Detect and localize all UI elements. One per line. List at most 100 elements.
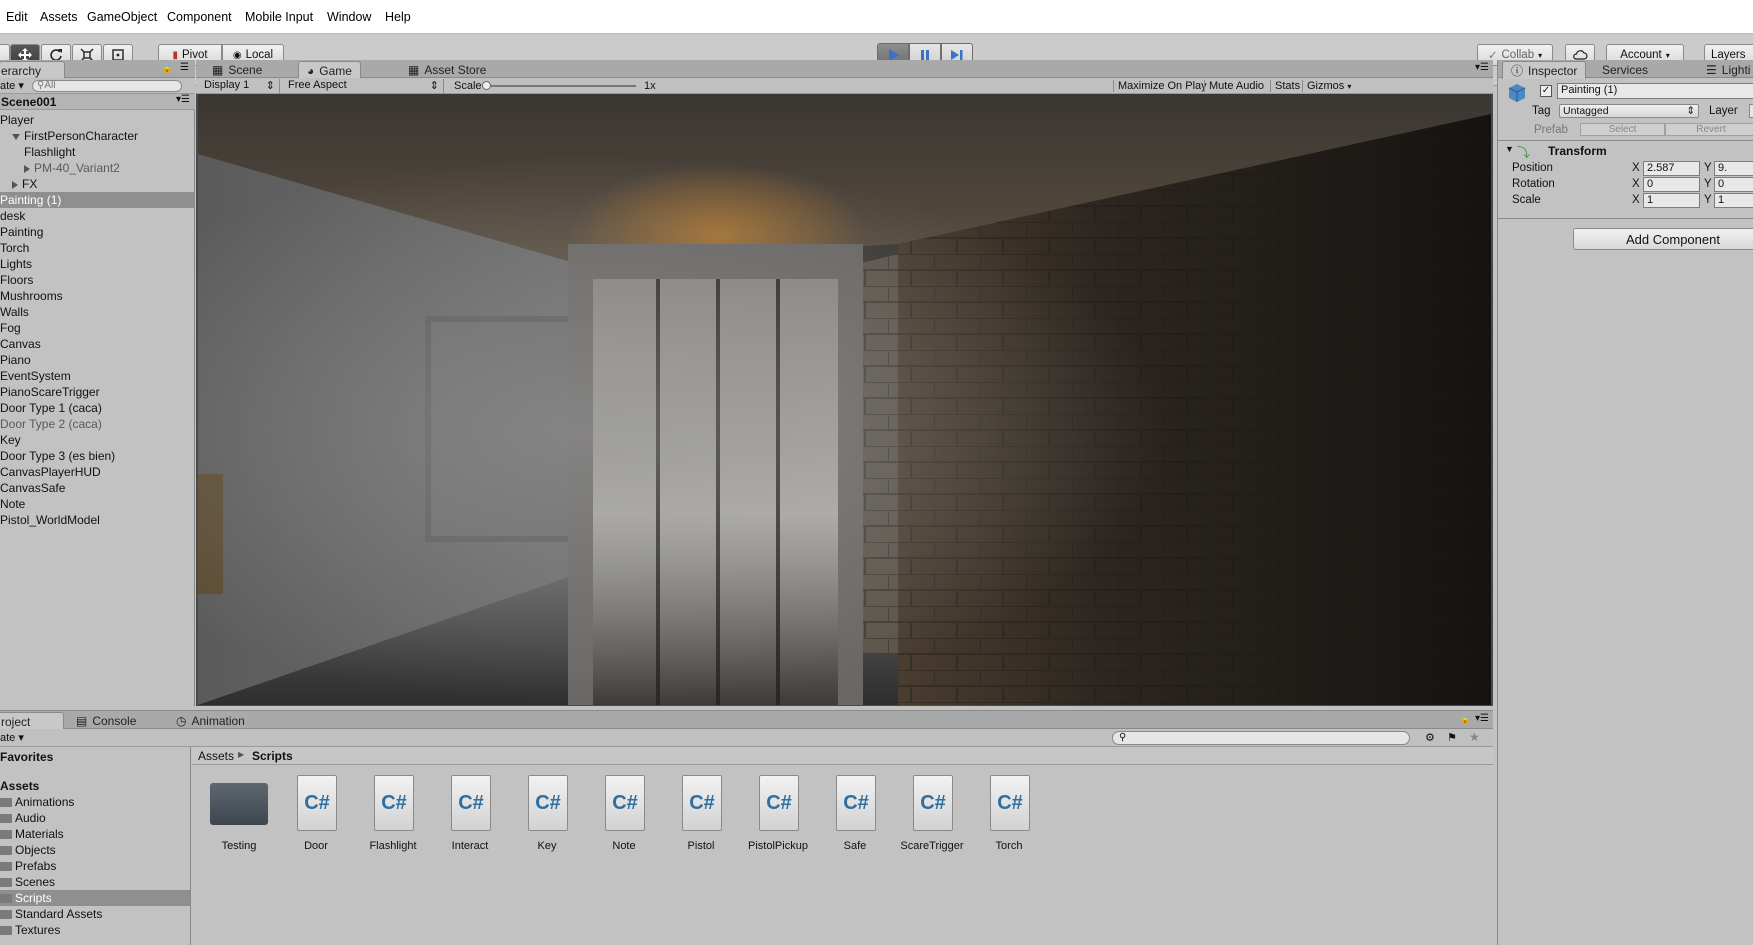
tab-lighting[interactable]: ☰ Lighti: [1698, 61, 1753, 79]
foldout-collapsed-icon[interactable]: [24, 164, 30, 173]
game-viewport[interactable]: [198, 94, 1491, 705]
lock-icon[interactable]: 🔒: [162, 63, 173, 74]
tab-console[interactable]: ▤ Console: [68, 712, 144, 730]
hierarchy-item[interactable]: Door Type 1 (caca): [0, 400, 194, 416]
foldout-collapsed-icon[interactable]: [12, 180, 18, 189]
tab-game[interactable]: ◕ Game: [298, 61, 361, 79]
hierarchy-item[interactable]: EventSystem: [0, 368, 194, 384]
asset-script[interactable]: C# Safe: [818, 775, 892, 855]
transform-x-field[interactable]: 2.587: [1643, 161, 1700, 176]
filter-type-icon[interactable]: ⚙: [1425, 731, 1435, 744]
mute-audio-toggle[interactable]: Mute Audio: [1204, 80, 1264, 92]
maximize-on-play-toggle[interactable]: Maximize On Play: [1113, 80, 1207, 92]
project-folder[interactable]: Prefabs: [0, 858, 190, 874]
hierarchy-item[interactable]: Mushrooms: [0, 288, 194, 304]
scene-header[interactable]: Scene001 ▾☰: [0, 94, 195, 110]
transform-x-field[interactable]: 0: [1643, 177, 1700, 192]
hierarchy-item[interactable]: PM-40_Variant2: [0, 160, 194, 176]
stats-toggle[interactable]: Stats: [1270, 80, 1300, 92]
add-component-button[interactable]: Add Component: [1573, 228, 1753, 250]
hierarchy-item[interactable]: Player: [0, 112, 194, 128]
create-dropdown[interactable]: ate ▾: [0, 731, 24, 744]
foldout-expanded-icon[interactable]: [12, 133, 20, 140]
prefab-select-button[interactable]: Select: [1580, 123, 1665, 136]
asset-folder[interactable]: Testing: [202, 775, 276, 855]
hierarchy-item[interactable]: Canvas: [0, 336, 194, 352]
asset-script[interactable]: C# ScareTrigger: [895, 775, 969, 855]
hierarchy-item[interactable]: FirstPersonCharacter: [0, 128, 194, 144]
hierarchy-item[interactable]: Pistol_WorldModel: [0, 512, 194, 528]
hierarchy-item[interactable]: Note: [0, 496, 194, 512]
hierarchy-item[interactable]: Painting: [0, 224, 194, 240]
project-folder[interactable]: Animations: [0, 794, 190, 810]
star-icon[interactable]: ★: [1469, 730, 1480, 744]
hierarchy-item[interactable]: Lights: [0, 256, 194, 272]
project-folder[interactable]: Scenes: [0, 874, 190, 890]
project-folder[interactable]: Standard Assets: [0, 906, 190, 922]
filter-label-icon[interactable]: ⚑: [1447, 731, 1457, 744]
hierarchy-item[interactable]: Flashlight: [0, 144, 194, 160]
hierarchy-item[interactable]: CanvasPlayerHUD: [0, 464, 194, 480]
hierarchy-item[interactable]: Torch: [0, 240, 194, 256]
menu-window[interactable]: Window: [327, 10, 371, 24]
hierarchy-item[interactable]: Key: [0, 432, 194, 448]
assets-root[interactable]: Assets: [0, 778, 190, 794]
project-folder[interactable]: Materials: [0, 826, 190, 842]
hierarchy-item[interactable]: CanvasSafe: [0, 480, 194, 496]
menu-edit[interactable]: Edit: [6, 10, 28, 24]
hierarchy-search-input[interactable]: ⚲All: [32, 80, 182, 92]
foldout-arrow-icon[interactable]: ▼: [1505, 144, 1514, 154]
asset-script[interactable]: C# Flashlight: [356, 775, 430, 855]
tab-inspector[interactable]: ⓘ Inspector: [1502, 61, 1587, 79]
scene-menu-icon[interactable]: ▾☰: [176, 94, 190, 105]
hierarchy-item[interactable]: FX: [0, 176, 194, 192]
hierarchy-item[interactable]: PianoScareTrigger: [0, 384, 194, 400]
tab-hierarchy[interactable]: erarchy: [0, 61, 65, 79]
breadcrumb-assets[interactable]: Assets: [198, 749, 234, 763]
gizmos-dropdown[interactable]: Gizmos ▾: [1302, 80, 1351, 92]
hierarchy-item[interactable]: desk: [0, 208, 194, 224]
menu-mobile-input[interactable]: Mobile Input: [245, 10, 313, 24]
project-folder[interactable]: Audio: [0, 810, 190, 826]
breadcrumb-scripts[interactable]: Scripts: [252, 749, 293, 763]
scale-slider-thumb[interactable]: [482, 81, 491, 90]
transform-header[interactable]: ▼ ⤵ Transform: [1498, 141, 1753, 160]
hierarchy-item[interactable]: Fog: [0, 320, 194, 336]
transform-y-field[interactable]: 9.: [1714, 161, 1753, 176]
tab-project[interactable]: roject: [0, 712, 64, 730]
hierarchy-item[interactable]: Floors: [0, 272, 194, 288]
asset-script[interactable]: C# Door: [279, 775, 353, 855]
object-name-field[interactable]: Painting (1): [1557, 83, 1753, 99]
tab-asset-store[interactable]: ▦ Asset Store: [400, 61, 494, 79]
active-checkbox[interactable]: ✓: [1540, 85, 1552, 97]
create-dropdown[interactable]: ate ▾: [0, 79, 24, 92]
tab-services[interactable]: Services: [1594, 61, 1656, 79]
hierarchy-item[interactable]: Walls: [0, 304, 194, 320]
panel-menu-icon[interactable]: ☰: [180, 62, 189, 73]
panel-menu-icon[interactable]: ▾☰: [1475, 62, 1489, 73]
asset-script[interactable]: C# Note: [587, 775, 661, 855]
asset-script[interactable]: C# Torch: [972, 775, 1046, 855]
menu-assets[interactable]: Assets: [40, 10, 78, 24]
menu-help[interactable]: Help: [385, 10, 411, 24]
layer-dropdown[interactable]: [1749, 104, 1753, 118]
scale-slider-track[interactable]: [486, 85, 636, 87]
asset-script[interactable]: C# PistolPickup: [741, 775, 815, 855]
prefab-revert-button[interactable]: Revert: [1665, 123, 1753, 136]
favorites-header[interactable]: Favorites: [0, 749, 190, 765]
project-search-input[interactable]: ⚲: [1112, 731, 1410, 745]
asset-script[interactable]: C# Interact: [433, 775, 507, 855]
hierarchy-item[interactable]: Door Type 3 (es bien): [0, 448, 194, 464]
menu-component[interactable]: Component: [167, 10, 232, 24]
hierarchy-item[interactable]: Door Type 2 (caca): [0, 416, 194, 432]
asset-script[interactable]: C# Pistol: [664, 775, 738, 855]
tag-dropdown[interactable]: Untagged ⇕: [1559, 104, 1699, 118]
aspect-dropdown[interactable]: Free Aspect ⇕: [284, 79, 444, 93]
tab-scene[interactable]: ▦ Scene: [204, 61, 270, 79]
lock-icon[interactable]: 🔒: [1460, 714, 1471, 725]
hierarchy-item[interactable]: Piano: [0, 352, 194, 368]
project-folder[interactable]: Scripts: [0, 890, 190, 906]
hierarchy-item[interactable]: Painting (1): [0, 192, 194, 208]
menu-gameobject[interactable]: GameObject: [87, 10, 157, 24]
asset-script[interactable]: C# Key: [510, 775, 584, 855]
